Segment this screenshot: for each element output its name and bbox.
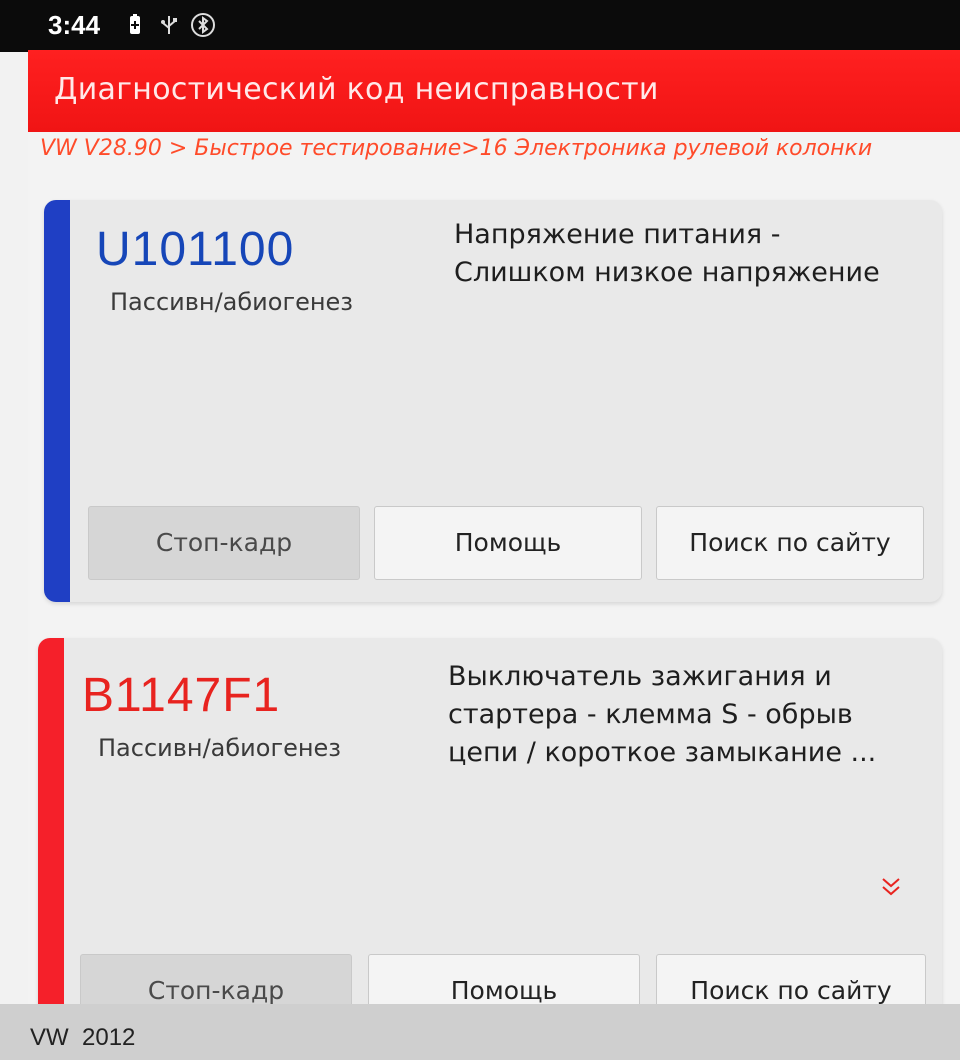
page-title: Диагностический код неисправности [54, 72, 659, 107]
status-bar: 3:44 [0, 0, 960, 52]
severity-bar [44, 200, 70, 602]
dtc-description-line: цепи / короткое замыкание ... [448, 737, 877, 768]
dtc-description-line: стартера - клемма S - обрыв [448, 699, 853, 730]
dtc-description-line: Напряжение питания - [454, 219, 781, 250]
breadcrumb: VW V28.90 > Быстрое тестирование>16 Элек… [40, 136, 873, 161]
dtc-code: B1147F1 [82, 669, 281, 722]
web-search-button[interactable]: Поиск по сайту [656, 506, 924, 580]
battery-saver-icon [122, 12, 148, 38]
dtc-status: Пассивн/абиогенез [110, 288, 354, 316]
screen: 3:44 Диагностический код неисправности V… [0, 0, 960, 1060]
severity-bar [38, 638, 64, 1038]
dtc-description: Выключатель зажигания и стартера - клемм… [448, 658, 876, 772]
dtc-description-line: Слишком низкое напряжение [454, 257, 880, 288]
dtc-description-line: Выключатель зажигания и [448, 661, 832, 692]
freeze-frame-button[interactable]: Стоп-кадр [88, 506, 360, 580]
dtc-description: Напряжение питания - Слишком низкое напр… [454, 216, 880, 292]
vehicle-label: VW 2012 [30, 1024, 136, 1051]
status-time: 3:44 [48, 10, 101, 40]
dtc-code: U101100 [96, 223, 295, 276]
usb-icon [156, 12, 182, 38]
content-area: VW V28.90 > Быстрое тестирование>16 Элек… [28, 132, 960, 1038]
dtc-card: B1147F1 Пассивн/абиогенез Выключатель за… [38, 638, 942, 1038]
bottom-bar: VW 2012 [0, 1004, 960, 1060]
app-header: Диагностический код неисправности [28, 50, 960, 132]
chevron-double-down-icon[interactable] [878, 874, 904, 900]
dtc-status: Пассивн/абиогенез [98, 734, 342, 762]
dtc-card: U101100 Пассивн/абиогенез Напряжение пит… [44, 200, 942, 602]
bluetooth-icon [190, 12, 216, 38]
help-button[interactable]: Помощь [374, 506, 642, 580]
